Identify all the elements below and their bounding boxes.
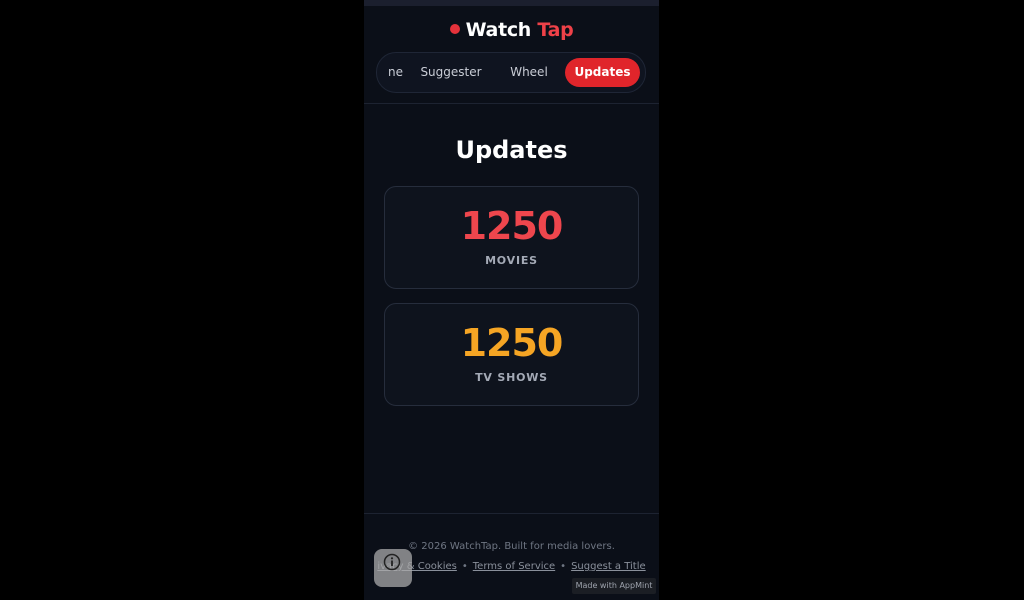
logo-text-main: Watch — [465, 19, 532, 41]
movies-label: MOVIES — [485, 254, 538, 267]
stat-card-tv-shows: 1250 TV SHOWS — [384, 303, 639, 406]
logo-text-accent: Tap — [537, 19, 574, 41]
nav-item-home[interactable]: ne — [377, 58, 403, 87]
footer-separator: • — [461, 561, 468, 572]
footer-separator: • — [560, 561, 567, 572]
tv-shows-label: TV SHOWS — [475, 371, 548, 384]
movies-count: 1250 — [460, 204, 564, 248]
info-icon — [383, 553, 401, 571]
suggest-title-link[interactable]: Suggest a Title — [571, 561, 646, 572]
main-nav: ne Suggester Wheel Updates — [376, 52, 646, 93]
nav-item-suggester[interactable]: Suggester — [417, 58, 485, 87]
app-viewport: Watch Tap ne Suggester Wheel Updates Upd… — [364, 0, 659, 600]
page-title: Updates — [455, 136, 568, 164]
terms-link[interactable]: Terms of Service — [473, 561, 555, 572]
info-button[interactable] — [374, 549, 412, 587]
tv-shows-count: 1250 — [460, 321, 564, 365]
made-with-badge[interactable]: Made with AppMint — [572, 578, 656, 594]
nav-item-updates[interactable]: Updates — [565, 58, 640, 87]
stat-card-movies: 1250 MOVIES — [384, 186, 639, 289]
site-header: Watch Tap ne Suggester Wheel Updates — [364, 6, 659, 104]
logo-dot-icon — [449, 24, 460, 34]
site-logo[interactable]: Watch Tap — [364, 18, 659, 42]
nav-item-wheel[interactable]: Wheel — [505, 58, 553, 87]
